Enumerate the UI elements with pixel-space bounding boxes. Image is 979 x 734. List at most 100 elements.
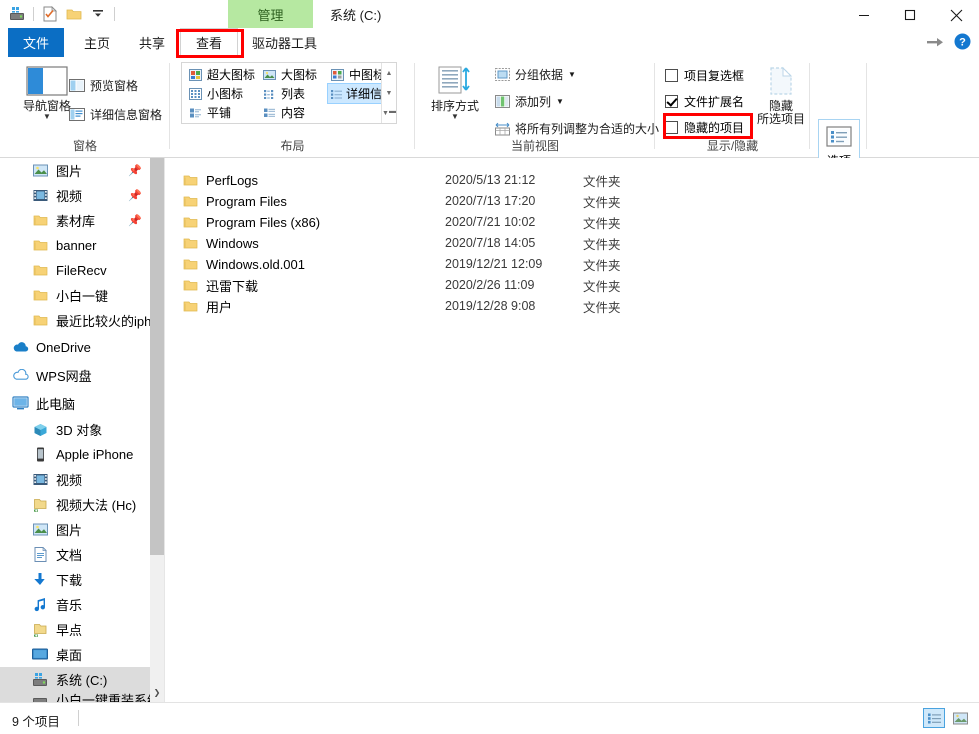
gallery-scroll-down-icon[interactable]: ▼ [382,83,396,103]
table-row[interactable]: Windows 2020/7/18 14:05 文件夹 [165,232,979,254]
layout-item-large-icons[interactable]: 大图标 [259,65,325,84]
layout-label-small-icons: 小图标 [207,85,243,102]
pin-icon[interactable]: 📌 [128,164,142,177]
layout-item-tiles[interactable]: 平铺 [185,103,257,122]
nav-item-label: banner [56,238,96,253]
file-explorer-window: 管理 系统 (C:) 文件 主页 共享 查看 驱动器工具 [0,0,979,734]
tab-share[interactable]: 共享 [127,28,177,57]
tab-view[interactable]: 查看 [180,28,238,57]
file-name-text: Windows.old.001 [206,257,305,272]
pin-icon[interactable]: 📌 [128,189,142,202]
table-row[interactable]: 迅雷下载 2020/2/26 11:09 文件夹 [165,274,979,296]
size-all-columns-button[interactable]: 将所有列调整为合适的大小 [493,118,659,139]
navigation-pane[interactable]: 图片 📌 视频 📌 素材库 📌 b [0,158,165,703]
table-row[interactable]: 用户 2019/12/28 9:08 文件夹 [165,295,979,317]
add-columns-button[interactable]: 添加列 ▼ [493,91,564,112]
phone-icon [30,446,50,464]
file-type-cell: 文件夹 [583,276,621,295]
table-row[interactable]: PerfLogs 2020/5/13 21:12 文件夹 [165,169,979,191]
ribbon-group-current-view: 排序方式 ▼ 分组依据 ▼ 添加列 ▼ [415,57,655,157]
layout-label-tiles: 平铺 [207,104,231,121]
close-button[interactable] [933,0,979,30]
details-pane-button[interactable]: 详细信息窗格 [68,104,162,125]
file-name-extensions-checkbox[interactable] [665,95,678,108]
nav-item-3d-objects[interactable]: 3D 对象 [0,417,150,442]
navigation-pane-scrollbar[interactable]: ❯ [150,158,164,703]
nav-item-this-pc[interactable]: 此电脑 [0,389,150,417]
folder-icon [30,287,50,305]
group-by-button[interactable]: 分组依据 ▼ [493,64,576,85]
nav-item-video-daffa[interactable]: 视频大法 (Hc) [0,492,150,517]
nav-item-apple-iphone[interactable]: Apple iPhone [0,442,150,467]
chevron-down-icon: ▼ [43,114,51,120]
file-name-cell[interactable]: PerfLogs [183,173,258,188]
nav-item-music[interactable]: 音乐 [0,592,150,617]
collapse-ribbon-icon[interactable] [927,36,944,51]
hidden-items-checkbox[interactable] [665,121,678,134]
layout-label-large-icons: 大图标 [281,66,317,83]
table-row[interactable]: Windows.old.001 2019/12/21 12:09 文件夹 [165,253,979,275]
file-name-cell[interactable]: Program Files (x86) [183,215,320,230]
large-icons-view-button[interactable] [949,708,971,728]
maximize-button[interactable] [887,0,933,30]
table-row[interactable]: Program Files 2020/7/13 17:20 文件夹 [165,190,979,212]
new-folder-icon[interactable] [63,3,85,25]
item-checkboxes-checkbox[interactable] [665,69,678,82]
help-icon[interactable]: ? [954,33,971,53]
nav-item-desktop[interactable]: 桌面 [0,642,150,667]
customize-qat-icon[interactable] [87,3,109,25]
layout-item-list[interactable]: 列表 [259,84,325,103]
nav-item-pictures-quick[interactable]: 图片 📌 [0,158,150,183]
properties-icon[interactable] [39,3,61,25]
group-label-panes: 窗格 [0,137,170,154]
nav-item-banner[interactable]: banner [0,233,150,258]
navigation-scrollbar-thumb[interactable] [150,158,164,555]
layout-gallery-scrollbar[interactable]: ▲ ▼ ▼▬ [381,63,396,123]
sort-by-button[interactable]: 排序方式 ▼ [423,63,487,120]
nav-item-videos[interactable]: 视频 [0,467,150,492]
details-view-button[interactable] [923,708,945,728]
layout-item-content[interactable]: 内容 [259,103,325,122]
item-checkboxes-row[interactable]: 项目复选框 [665,65,744,85]
layout-gallery[interactable]: 超大图标 大图标 中图标 [181,62,397,124]
minimize-button[interactable] [841,0,887,30]
item-checkboxes-label: 项目复选框 [684,67,744,84]
tab-file[interactable]: 文件 [8,28,64,57]
preview-pane-button[interactable]: 预览窗格 [68,75,138,96]
gallery-expand-icon[interactable]: ▼▬ [382,103,396,123]
file-date-cell: 2020/7/21 10:02 [445,215,535,229]
layout-item-small-icons[interactable]: 小图标 [185,84,257,103]
gallery-scroll-up-icon[interactable]: ▲ [382,63,396,83]
layout-item-extra-large-icons[interactable]: 超大图标 [185,65,257,84]
tab-home[interactable]: 主页 [72,28,122,57]
file-name-cell[interactable]: Program Files [183,194,287,209]
nav-item-recent-hot-iphone[interactable]: 最近比较火的iph [0,308,150,333]
file-name-cell[interactable]: 迅雷下载 [183,276,258,295]
contextual-tab-manage[interactable]: 管理 [228,0,313,28]
file-list[interactable]: PerfLogs 2020/5/13 21:12 文件夹 Program Fil… [165,158,979,703]
status-bar: 9 个项目 [0,702,979,734]
details-pane-label: 详细信息窗格 [90,106,162,123]
file-name-cell[interactable]: Windows [183,236,259,251]
nav-item-wps-cloud[interactable]: WPS网盘 [0,361,150,389]
nav-item-pictures[interactable]: 图片 [0,517,150,542]
scroll-down-icon[interactable]: ❯ [150,681,164,703]
tab-drive-tools[interactable]: 驱动器工具 [242,28,327,57]
nav-item-onedrive[interactable]: OneDrive [0,333,150,361]
table-row[interactable]: Program Files (x86) 2020/7/21 10:02 文件夹 [165,211,979,233]
nav-item-downloads[interactable]: 下载 [0,567,150,592]
file-name-cell[interactable]: Windows.old.001 [183,257,305,272]
nav-item-videos-quick[interactable]: 视频 📌 [0,183,150,208]
pin-icon[interactable]: 📌 [128,214,142,227]
hidden-items-row[interactable]: 隐藏的项目 [665,117,744,137]
file-name-text: Program Files [206,194,287,209]
file-name-cell[interactable]: 用户 [183,297,232,316]
nav-item-filerecv[interactable]: FileRecv [0,258,150,283]
nav-item-documents[interactable]: 文档 [0,542,150,567]
nav-item-breakfast[interactable]: 早点 [0,617,150,642]
nav-item-material-library[interactable]: 素材库 📌 [0,208,150,233]
nav-item-xiaobai[interactable]: 小白一键 [0,283,150,308]
nav-item-system-c-drive[interactable]: 系统 (C:) [0,667,150,692]
file-name-extensions-row[interactable]: 文件扩展名 [665,91,744,111]
drive-icon[interactable] [6,3,28,25]
